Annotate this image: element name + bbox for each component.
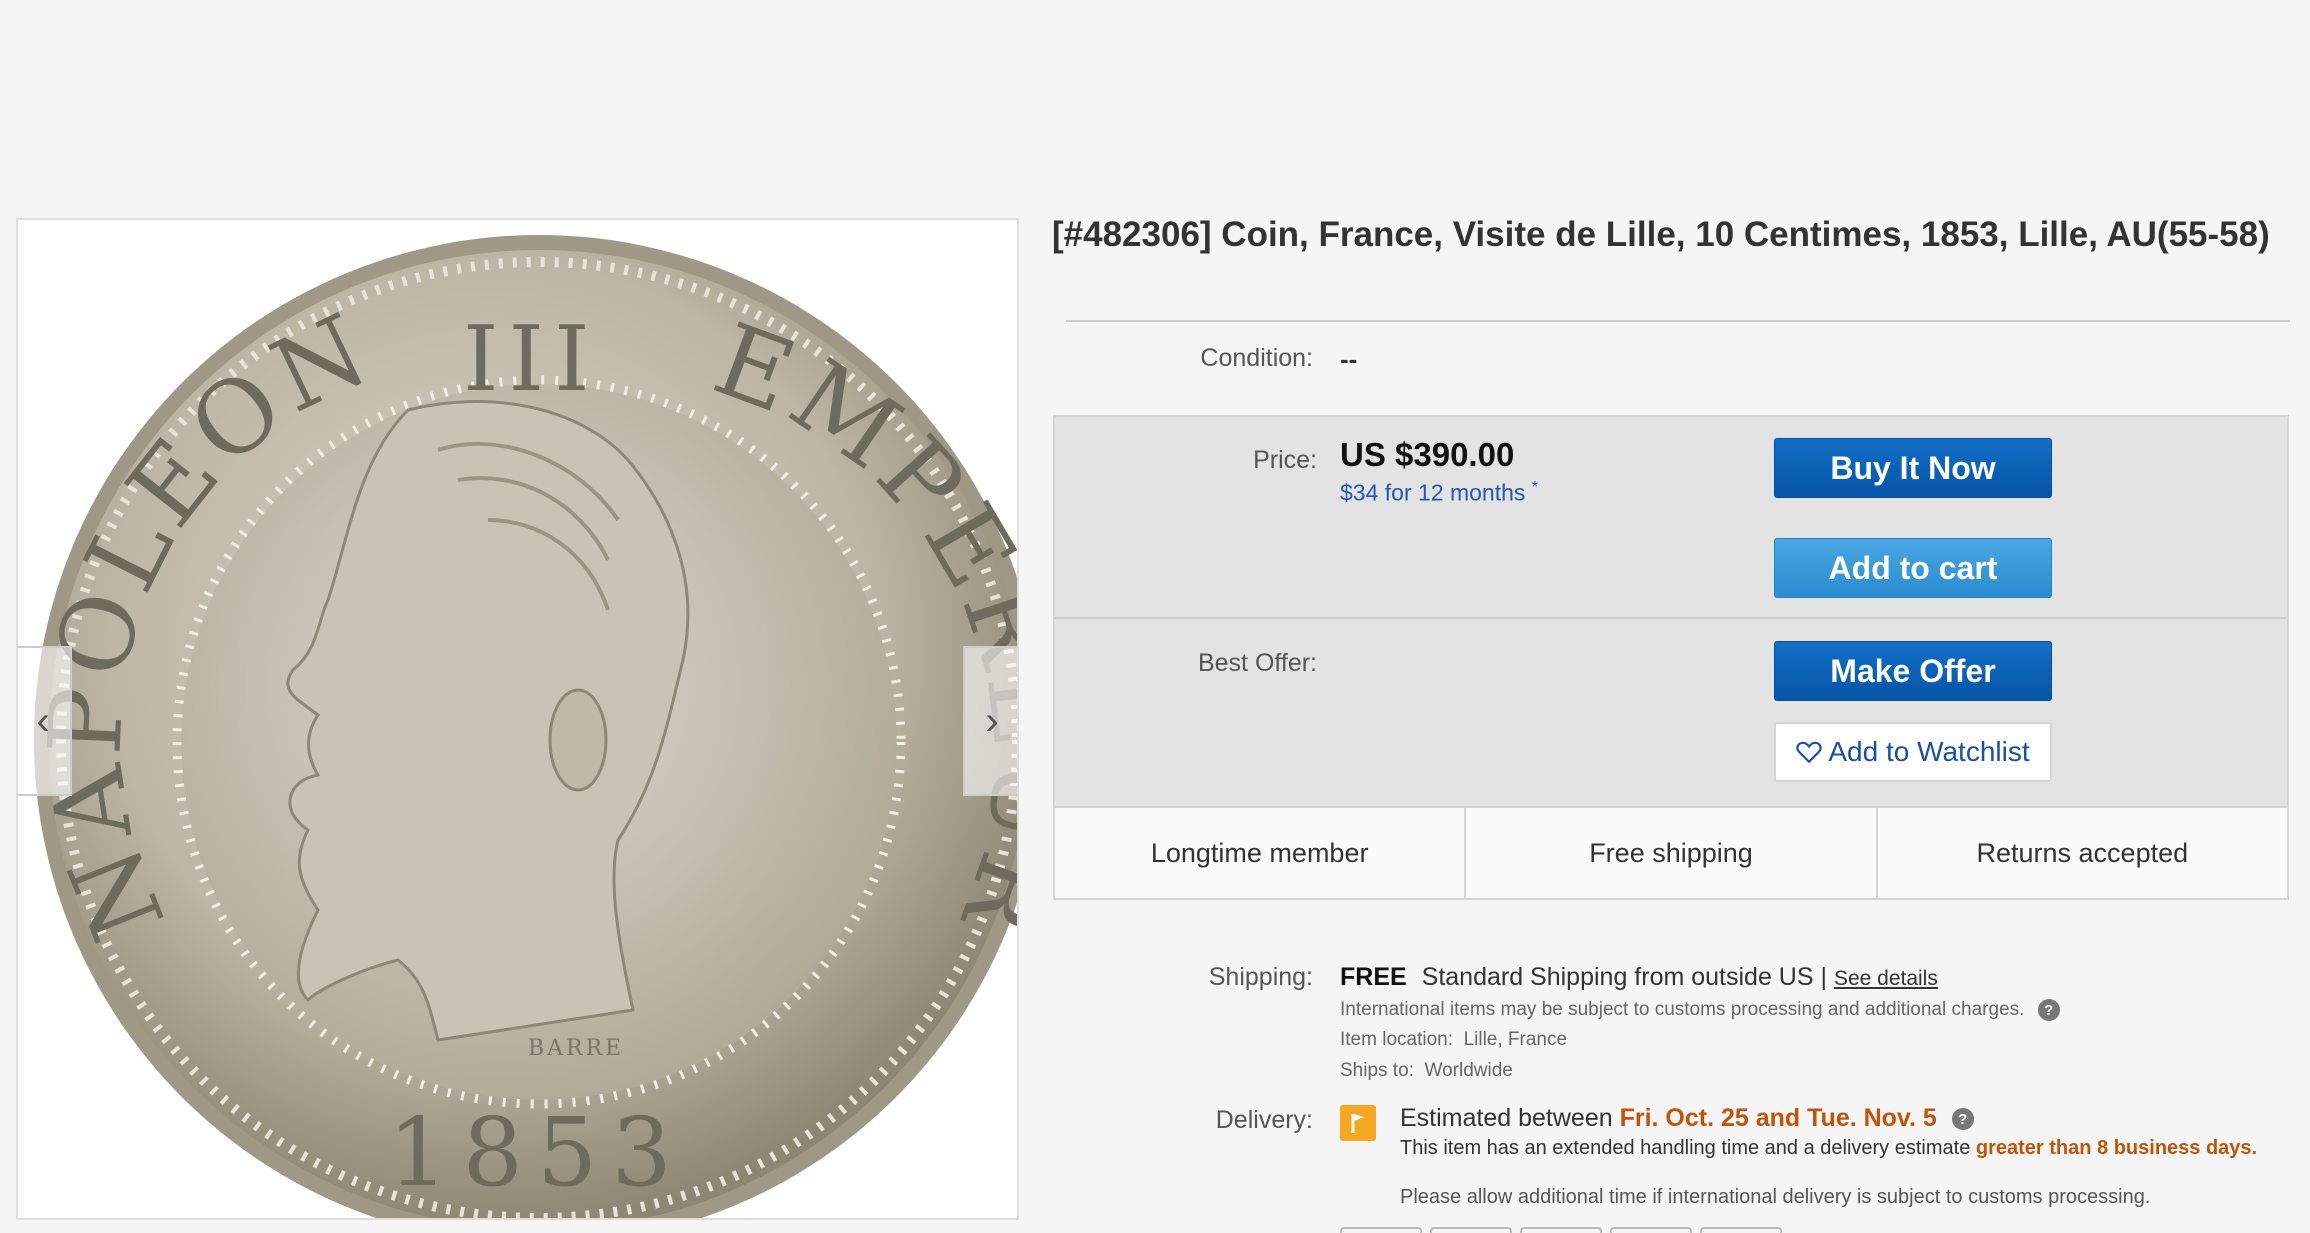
coin-legend-top: III xyxy=(463,307,600,412)
coin-signature: BARRE xyxy=(528,1036,624,1061)
shipping-method: Standard Shipping from outside US | xyxy=(1421,963,1827,991)
item-title: [#482306] Coin, France, Visite de Lille,… xyxy=(1052,215,2270,254)
badge-free-shipping: Free shipping xyxy=(1466,808,1878,898)
financing-link[interactable]: $34 for 12 months * xyxy=(1340,479,1538,507)
coin-image[interactable]: NAPOLEON III EMPEREUR 1853 BARRE xyxy=(18,220,1019,1220)
handling-highlight: greater than 8 business days. xyxy=(1975,1137,2258,1159)
previous-image-button[interactable]: ‹ xyxy=(18,646,72,796)
item-location-label: Item location: xyxy=(1340,1029,1453,1050)
badge-longtime-member: Longtime member xyxy=(1055,808,1467,898)
delivery-label: Delivery: xyxy=(1215,1106,1313,1134)
payment-icon xyxy=(1340,1227,1422,1233)
help-icon[interactable]: ? xyxy=(2037,999,2060,1021)
watchlist-label: Add to Watchlist xyxy=(1828,736,2030,767)
customs-note: International items may be subject to cu… xyxy=(1340,999,2060,1021)
item-location: Item location: Lille, France xyxy=(1340,1029,1567,1051)
delivery-dates: Fri. Oct. 25 and Tue. Nov. 5 xyxy=(1619,1104,1937,1132)
coin-year: 1853 xyxy=(388,1098,686,1208)
buy-it-now-button[interactable]: Buy It Now xyxy=(1774,438,2052,498)
add-to-cart-button[interactable]: Add to cart xyxy=(1774,538,2052,598)
flag-icon xyxy=(1340,1105,1376,1141)
title-divider xyxy=(1066,320,2290,322)
help-icon[interactable]: ? xyxy=(1951,1108,1974,1131)
handling-note: This item has an extended handling time … xyxy=(1400,1136,2270,1161)
financing-text[interactable]: $34 for 12 months xyxy=(1340,480,1525,506)
financing-mark: * xyxy=(1531,479,1539,496)
shipping-label: Shipping: xyxy=(1208,963,1313,991)
shipping-summary: FREE Standard Shipping from outside US |… xyxy=(1340,963,1938,992)
next-image-button[interactable]: › xyxy=(963,646,1017,796)
delivery-estimate: Estimated between Fri. Oct. 25 and Tue. … xyxy=(1400,1104,1974,1133)
payment-icon xyxy=(1520,1227,1602,1233)
payment-icon xyxy=(1430,1227,1512,1233)
seller-badges: Longtime member Free shipping Returns ac… xyxy=(1055,806,2287,898)
customs-note-text: International items may be subject to cu… xyxy=(1340,999,2025,1021)
payment-icon xyxy=(1610,1227,1692,1233)
condition-value: -- xyxy=(1340,344,1358,374)
delivery-prefix: Estimated between xyxy=(1400,1104,1613,1132)
ships-to-value: Worldwide xyxy=(1424,1060,1513,1081)
add-to-watchlist-button[interactable]: Add to Watchlist xyxy=(1774,722,2052,782)
price-value: US $390.00 xyxy=(1340,436,1515,473)
handling-note-text: This item has an extended handling time … xyxy=(1400,1137,1971,1159)
chevron-right-icon: › xyxy=(985,698,999,743)
chevron-left-icon: ‹ xyxy=(36,698,50,743)
item-location-value: Lille, France xyxy=(1463,1029,1568,1050)
buy-box-divider xyxy=(1055,617,2287,619)
price-label: Price: xyxy=(1253,446,1317,474)
shipping-free: FREE xyxy=(1340,963,1407,991)
best-offer-label: Best Offer: xyxy=(1197,649,1317,677)
buy-box: Price: US $390.00 $34 for 12 months * Bu… xyxy=(1053,415,2289,900)
make-offer-button[interactable]: Make Offer xyxy=(1774,641,2052,701)
ships-to-label: Ships to: xyxy=(1340,1060,1414,1081)
payment-icons-row xyxy=(1340,1227,1782,1233)
heart-icon xyxy=(1796,741,1823,764)
badge-returns-accepted: Returns accepted xyxy=(1976,837,2189,868)
delivery-customs-note: Please allow additional time if internat… xyxy=(1400,1186,2151,1208)
ships-to: Ships to: Worldwide xyxy=(1340,1060,1513,1082)
payment-icon xyxy=(1700,1227,1782,1233)
condition-label: Condition: xyxy=(1200,344,1313,372)
see-details-link[interactable]: See details xyxy=(1834,967,1938,990)
image-viewer[interactable]: NAPOLEON III EMPEREUR 1853 BARRE ‹ › xyxy=(16,218,1019,1220)
